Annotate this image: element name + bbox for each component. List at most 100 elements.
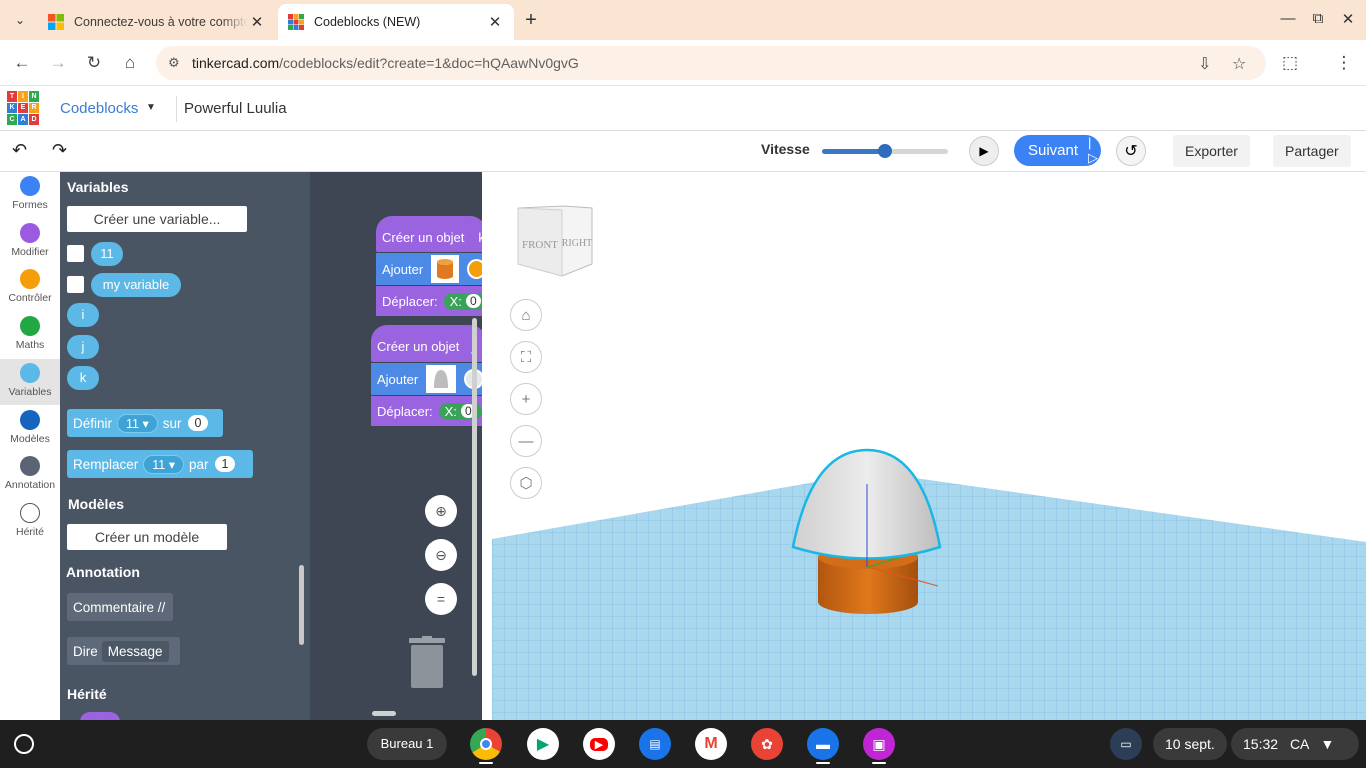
share-button[interactable]: Partager — [1273, 135, 1351, 167]
3d-viewport[interactable]: FRONT RIGHT ⌂ ⛶ + — ⬡ — [492, 172, 1366, 720]
change-variable-block[interactable]: Remplacer 11 ▾ par 1 — [67, 450, 253, 478]
close-tab-icon[interactable]: ✕ — [486, 13, 504, 31]
workspace-hscrollbar[interactable] — [372, 711, 396, 716]
export-button[interactable]: Exporter — [1173, 135, 1250, 167]
home-icon[interactable]: ⌂ — [119, 52, 141, 74]
variable-dropdown[interactable]: 11 ▾ — [143, 454, 185, 474]
tab-login[interactable]: Connectez-vous à votre compte ✕ — [38, 4, 276, 40]
close-tab-icon[interactable]: ✕ — [248, 13, 266, 31]
address-bar[interactable]: ⚙ tinkercad.com/codeblocks/edit?create=1… — [156, 46, 1266, 80]
x-param[interactable]: X: 0 — [443, 292, 482, 310]
workspace-scrollbar[interactable] — [472, 318, 477, 676]
variable-checkbox[interactable] — [67, 276, 84, 293]
perspective-icon[interactable]: ⬡ — [510, 467, 542, 499]
bookmark-star-icon[interactable]: ☆ — [1232, 54, 1246, 74]
restore-icon[interactable]: ⧉ — [1308, 10, 1328, 27]
project-name[interactable]: Powerful Luulia — [184, 100, 287, 117]
variable-block[interactable]: my variable — [91, 273, 181, 297]
variable-dropdown[interactable]: 11 ▾ — [117, 413, 158, 433]
step-button[interactable]: Suivant |▷ — [1014, 135, 1101, 166]
value-input[interactable]: 1 — [214, 456, 236, 472]
param-value[interactable]: 0 — [465, 294, 481, 308]
minimize-icon[interactable]: — — [1278, 10, 1298, 27]
logo-letter: D — [29, 114, 39, 125]
variable-block[interactable]: k — [67, 366, 99, 390]
zoom-out-icon[interactable]: ⊖ — [425, 539, 457, 571]
color-swatch[interactable] — [467, 259, 482, 279]
play-button[interactable]: ▶ — [969, 136, 999, 166]
category-models[interactable]: Modèles — [0, 406, 60, 452]
variable-block[interactable]: i — [67, 303, 99, 327]
category-annotation[interactable]: Annotation — [0, 452, 60, 498]
variable-block[interactable]: 11 — [91, 242, 123, 266]
home-view-icon[interactable]: ⌂ — [510, 299, 542, 331]
youtube-icon[interactable]: ▶ — [583, 728, 615, 760]
category-control[interactable]: Contrôler — [0, 265, 60, 311]
classroom-icon[interactable]: ▤ — [639, 728, 671, 760]
tab-codeblocks[interactable]: Codeblocks (NEW) ✕ — [278, 4, 514, 40]
set-variable-block[interactable]: Définir 11 ▾ sur 0 — [67, 409, 223, 437]
back-icon[interactable]: ← — [11, 52, 33, 74]
chrome-icon[interactable] — [470, 728, 502, 760]
menu-icon[interactable]: ⋮ — [1333, 52, 1355, 74]
launcher-icon[interactable] — [14, 734, 34, 754]
comment-block[interactable]: Commentaire // — [67, 593, 173, 621]
message-input[interactable]: Message — [101, 640, 169, 662]
date-tray[interactable]: 10 sept. — [1153, 728, 1227, 760]
zoom-minus-icon[interactable]: — — [510, 425, 542, 457]
code-workspace[interactable]: Créer un objet k Ajouter Déplacer: X: 0 C… — [310, 172, 482, 720]
new-tab-button[interactable]: + — [520, 9, 542, 31]
app-switcher[interactable]: Codeblocks — [60, 100, 138, 117]
files-icon[interactable]: ▬ — [807, 728, 839, 760]
create-model-button[interactable]: Créer un modèle — [67, 524, 227, 550]
phone-hub-icon[interactable]: ▭ — [1110, 728, 1142, 760]
zoom-in-icon[interactable]: ⊕ — [425, 495, 457, 527]
flyout-scrollbar[interactable] — [299, 565, 304, 645]
legacy-block[interactable] — [80, 712, 120, 720]
canvas-icon[interactable]: ✿ — [751, 728, 783, 760]
create-variable-button[interactable]: Créer une variable... — [67, 206, 247, 232]
chevron-down-icon[interactable]: ▼ — [146, 102, 156, 113]
category-variables[interactable]: Variables — [0, 359, 60, 405]
undo-icon[interactable]: ↶ — [12, 140, 27, 161]
move-block[interactable]: Déplacer: X: 0 — [376, 286, 482, 316]
trash-icon[interactable] — [409, 636, 445, 688]
forward-icon[interactable]: → — [47, 52, 69, 74]
zoom-reset-icon[interactable]: = — [425, 583, 457, 615]
category-legacy[interactable]: Hérité — [0, 499, 60, 545]
add-shape-block[interactable]: Ajouter — [376, 253, 482, 285]
site-info-icon[interactable]: ⚙ — [168, 55, 180, 71]
fit-view-icon[interactable]: ⛶ — [510, 341, 542, 373]
category-shapes[interactable]: Formes — [0, 172, 60, 218]
add-shape-block[interactable]: Ajouter — [371, 363, 482, 395]
redo-icon[interactable]: ↷ — [52, 140, 67, 161]
say-block[interactable]: Dire Message — [67, 637, 180, 665]
speed-slider[interactable] — [822, 144, 948, 158]
play-store-icon[interactable]: ▶ — [527, 728, 559, 760]
tab-search-icon[interactable]: ⌄ — [8, 8, 32, 32]
view-cube[interactable]: FRONT RIGHT — [514, 202, 594, 278]
variable-block[interactable]: j — [67, 335, 99, 359]
gmail-icon[interactable]: M — [695, 728, 727, 760]
panel-divider[interactable] — [482, 172, 492, 720]
desk-button[interactable]: Bureau 1 — [367, 728, 447, 760]
status-tray[interactable]: 15:32 CA ▼ ▮ — [1231, 728, 1359, 760]
value-input[interactable]: 0 — [187, 415, 209, 431]
zoom-plus-icon[interactable]: + — [510, 383, 542, 415]
close-window-icon[interactable]: ✕ — [1338, 10, 1358, 28]
tinkercad-logo[interactable]: TIN KER CAD — [7, 91, 39, 125]
category-math[interactable]: Maths — [0, 312, 60, 358]
variable-checkbox[interactable] — [67, 245, 84, 262]
slider-thumb[interactable] — [878, 144, 892, 158]
extensions-icon[interactable]: ⬚ — [1279, 52, 1301, 74]
create-object-block[interactable]: Créer un objet k — [376, 216, 482, 252]
reload-icon[interactable]: ↻ — [83, 52, 105, 74]
screencast-icon[interactable]: ▣ — [863, 728, 895, 760]
create-object-block[interactable]: Créer un objet j — [371, 325, 482, 362]
cylinder-shape-icon[interactable] — [431, 255, 460, 283]
move-block[interactable]: Déplacer: X: 0 — [371, 396, 482, 426]
paraboloid-shape-icon[interactable] — [426, 365, 457, 393]
category-modify[interactable]: Modifier — [0, 219, 60, 265]
reset-button[interactable]: ↺ — [1116, 136, 1146, 166]
install-app-icon[interactable]: ⇩ — [1198, 54, 1211, 74]
